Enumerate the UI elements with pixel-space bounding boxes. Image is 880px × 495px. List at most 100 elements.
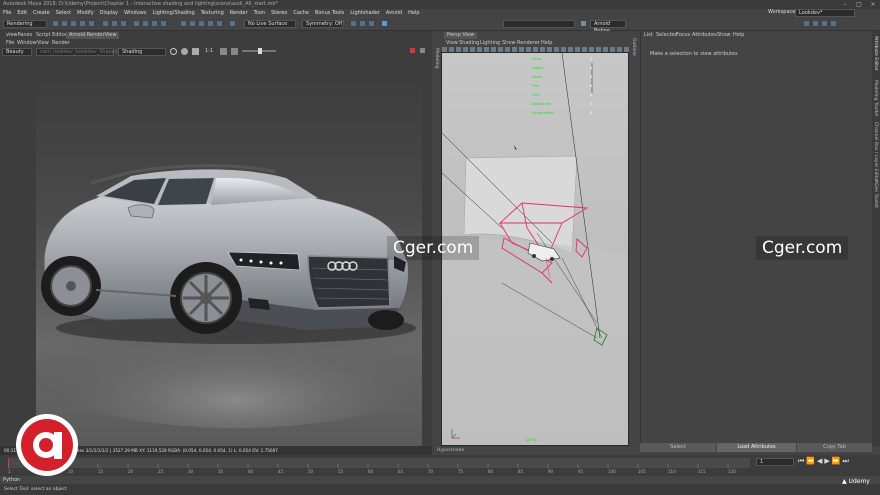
go-to-end-icon[interactable]: ⏭ xyxy=(843,457,851,465)
watermark-right: Cger.com xyxy=(756,236,849,260)
undo-icon[interactable] xyxy=(79,20,86,27)
side-tab-xgen[interactable]: XGen Toolkit xyxy=(873,180,878,208)
menu-file[interactable]: File xyxy=(3,10,11,16)
menu-cache[interactable]: Cache xyxy=(293,10,309,16)
new-scene-icon[interactable] xyxy=(52,20,59,27)
pv-menu-help[interactable]: Help xyxy=(538,40,555,47)
mask-surfaces-icon[interactable] xyxy=(160,20,167,27)
outliner-side-tab[interactable]: Outliner xyxy=(631,38,636,56)
menu-display[interactable]: Display xyxy=(100,10,118,16)
mask-joints-icon[interactable] xyxy=(142,20,149,27)
menuset-dropdown[interactable]: Rendering xyxy=(3,20,47,28)
time-slider[interactable] xyxy=(8,458,750,468)
history-icon[interactable] xyxy=(229,20,236,27)
crop-region-icon[interactable] xyxy=(192,48,199,55)
ae-menu-help[interactable]: Help xyxy=(730,32,747,39)
ipr-icon[interactable] xyxy=(181,48,188,55)
snapshot-icon[interactable] xyxy=(220,48,227,55)
menu-toon[interactable]: Toon xyxy=(254,10,266,16)
modeling-side-tab[interactable]: Modeling xyxy=(434,48,439,68)
camera-dropdown[interactable]: cam_lookdev_bookdev_Shape1 xyxy=(36,48,118,56)
user-avatar-icon[interactable] xyxy=(580,20,587,27)
modeling-toolkit-icon[interactable] xyxy=(803,20,810,27)
menu-windows[interactable]: Windows xyxy=(124,10,146,16)
render-frame-icon[interactable] xyxy=(350,20,357,27)
menu-lightshader[interactable]: Lightshader xyxy=(350,10,380,16)
rv-menu-render[interactable]: Render xyxy=(49,40,73,47)
ae-copy-tab-button[interactable]: Copy Tab xyxy=(797,443,872,452)
live-surface-field[interactable]: No Live Surface xyxy=(244,20,296,28)
tick-label: 60 xyxy=(368,469,374,474)
open-scene-icon[interactable] xyxy=(61,20,68,27)
ae-select-button[interactable]: Select xyxy=(640,443,716,452)
ae-load-attributes-button[interactable]: Load Attributes xyxy=(717,443,796,452)
window-title: Autodesk Maya 2018: D:\Udemy\Project\Cha… xyxy=(3,1,279,7)
channels-icon[interactable] xyxy=(231,48,238,55)
minimize-icon[interactable]: – xyxy=(838,0,852,9)
snap-curve-icon[interactable] xyxy=(189,20,196,27)
hud-smoothness-value: 0 xyxy=(590,111,593,115)
workspace-dropdown[interactable]: Lookdev* xyxy=(795,9,855,17)
play-icon[interactable]: ▶ xyxy=(824,457,831,465)
step-forward-icon[interactable]: ⏩ xyxy=(832,457,843,465)
render-settings-icon[interactable] xyxy=(368,20,375,27)
tab-script-editor[interactable]: Script Editor xyxy=(33,32,70,39)
hud-uvs-value: 0 xyxy=(590,93,593,97)
python-label[interactable]: Python xyxy=(3,476,20,484)
menu-create[interactable]: Create xyxy=(33,10,50,16)
select-hierarchy-icon[interactable] xyxy=(102,20,109,27)
shading-dropdown[interactable]: Shading xyxy=(118,48,166,56)
side-tab-channel-box[interactable]: Channel Box / Layer Editor xyxy=(873,122,878,182)
menu-arnold[interactable]: Arnold xyxy=(386,10,402,16)
user-account-dropdown[interactable]: Arnold Bohne xyxy=(590,20,626,34)
select-component-icon[interactable] xyxy=(120,20,127,27)
attribute-editor-icon[interactable] xyxy=(812,20,819,27)
menu-edit[interactable]: Edit xyxy=(17,10,27,16)
panel-options-icon[interactable] xyxy=(420,48,425,53)
hypershade-tab[interactable]: Hypershade xyxy=(437,446,464,455)
hud-smoothness-label: Smoothness: xyxy=(532,111,556,115)
mask-curves-icon[interactable] xyxy=(151,20,158,27)
tick-label: 45 xyxy=(278,469,284,474)
menu-lighting-shading[interactable]: Lighting/Shading xyxy=(152,10,194,16)
side-tab-attribute-editor[interactable]: Attribute Editor xyxy=(873,36,878,71)
ipr-render-icon[interactable] xyxy=(359,20,366,27)
hypershade-icon[interactable] xyxy=(381,20,388,27)
range-slider[interactable] xyxy=(0,476,880,484)
select-by-mask-icon[interactable] xyxy=(133,20,140,27)
tab-viewpanes[interactable]: viewPanes xyxy=(3,32,35,39)
render-icon[interactable] xyxy=(170,48,177,55)
tab-arnold-renderview[interactable]: Arnold RenderView xyxy=(66,32,120,39)
menu-modify[interactable]: Modify xyxy=(77,10,94,16)
tool-settings-icon[interactable] xyxy=(821,20,828,27)
menu-stereo[interactable]: Stereo xyxy=(271,10,287,16)
make-live-icon[interactable] xyxy=(216,20,223,27)
tab-persp-view[interactable]: Persp View xyxy=(444,32,478,39)
menu-select[interactable]: Select xyxy=(56,10,71,16)
channel-box-icon[interactable] xyxy=(830,20,837,27)
menu-help[interactable]: Help xyxy=(408,10,419,16)
select-object-icon[interactable] xyxy=(111,20,118,27)
command-search-field[interactable] xyxy=(503,20,575,28)
abort-render-icon[interactable] xyxy=(410,48,415,53)
menu-render[interactable]: Render xyxy=(230,10,248,16)
udemy-icon: ▲ xyxy=(842,478,847,485)
redo-icon[interactable] xyxy=(88,20,95,27)
side-tab-modeling-toolkit[interactable]: Modeling Toolkit xyxy=(873,80,878,116)
step-back-key-icon[interactable]: ⏪ xyxy=(806,457,817,465)
close-icon[interactable]: × xyxy=(866,0,880,9)
current-frame-field[interactable]: 1 xyxy=(756,458,794,466)
aov-dropdown[interactable]: Beauty xyxy=(2,48,32,56)
symmetry-dropdown[interactable]: Symmetry: Off xyxy=(302,20,344,28)
snap-point-icon[interactable] xyxy=(198,20,205,27)
tick-label: 65 xyxy=(398,469,404,474)
snap-grid-icon[interactable] xyxy=(180,20,187,27)
snap-view-plane-icon[interactable] xyxy=(207,20,214,27)
menu-texturing[interactable]: Texturing xyxy=(201,10,224,16)
playback-controls[interactable]: ⏮⏪◀▶⏩⏭ xyxy=(798,457,851,466)
maximize-icon[interactable]: □ xyxy=(852,0,866,9)
menu-bonus-tools[interactable]: Bonus Tools xyxy=(315,10,344,16)
hud-verts-label: Verts: xyxy=(532,57,543,61)
exposure-slider-handle[interactable] xyxy=(258,48,262,54)
save-scene-icon[interactable] xyxy=(70,20,77,27)
